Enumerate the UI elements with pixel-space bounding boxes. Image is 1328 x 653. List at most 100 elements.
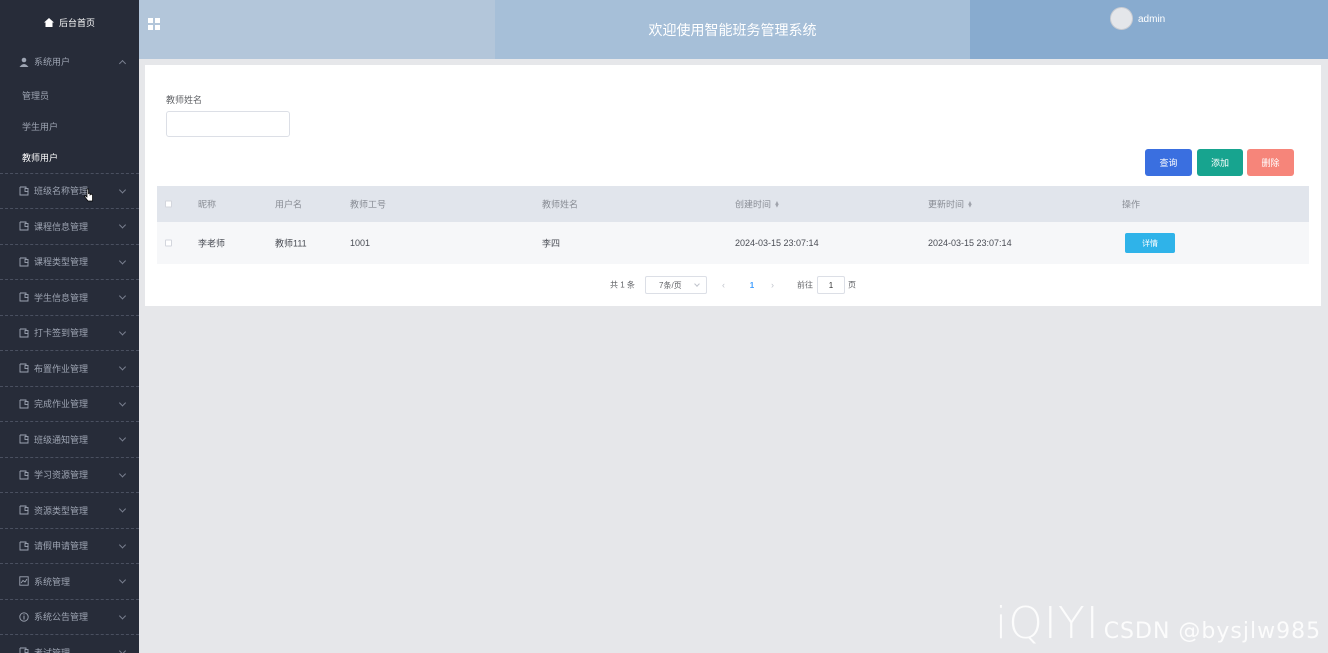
sidebar-item-teacher-users[interactable]: 教师用户	[0, 142, 139, 173]
sidebar-item-3[interactable]: 课程类型管理	[0, 245, 139, 280]
sidebar-item-label: 请假申请管理	[34, 541, 89, 552]
mouse-cursor-icon	[84, 188, 93, 202]
prev-page-icon[interactable]: ‹	[722, 275, 725, 295]
sidebar-item-6[interactable]: 布置作业管理	[0, 351, 139, 387]
cell-teacher-no: 1001	[350, 238, 371, 248]
header-updated[interactable]: 更新时间 ▲ ▼	[928, 198, 973, 211]
chevron-up-icon	[118, 59, 127, 67]
page-size-select[interactable]: 7条/页	[645, 276, 707, 294]
sidebar-item-4[interactable]: 学生信息管理	[0, 280, 139, 316]
sort-icon[interactable]: ▲ ▼	[774, 200, 780, 209]
chevron-down-icon	[118, 257, 127, 265]
home-icon	[43, 17, 54, 27]
header-teacher-no: 教师工号	[350, 199, 387, 210]
chevron-down-icon	[118, 541, 127, 549]
goto-label: 前往	[797, 280, 813, 290]
sidebar-item-14[interactable]: 考试管理	[0, 635, 139, 653]
username[interactable]: admin	[1138, 14, 1165, 25]
chevron-down-icon	[118, 328, 127, 336]
row-checkbox[interactable]	[165, 239, 172, 247]
document-icon	[19, 328, 29, 338]
sidebar-item-label: 班级名称管理	[34, 186, 89, 197]
sidebar-item-label: 系统公告管理	[34, 612, 89, 623]
chevron-down-icon	[118, 363, 127, 371]
detail-button[interactable]: 详情	[1125, 233, 1175, 253]
sidebar-item-5[interactable]: 打卡签到管理	[0, 316, 139, 351]
sidebar-item-11[interactable]: 请假申请管理	[0, 529, 139, 564]
sidebar-home-label: 后台首页	[58, 17, 95, 28]
user-icon	[19, 57, 29, 67]
cell-teacher-name: 李四	[542, 238, 561, 249]
iqiyi-logo: iQIYI	[995, 598, 1100, 649]
sidebar-item-label: 布置作业管理	[34, 363, 89, 374]
sidebar-item-label: 资源类型管理	[34, 505, 89, 516]
document-icon	[19, 257, 29, 267]
sidebar-item-7[interactable]: 完成作业管理	[0, 387, 139, 422]
cell-nickname: 李老师	[198, 238, 226, 249]
watermark-text: CSDN @bysjlw985	[1103, 619, 1322, 644]
sidebar-item-label: 课程信息管理	[34, 221, 89, 232]
query-button[interactable]: 查询	[1145, 149, 1192, 176]
sidebar-group-header[interactable]: 系统用户	[0, 44, 139, 80]
header-action: 操作	[1122, 199, 1141, 210]
chart-icon	[19, 576, 29, 586]
sidebar-item-label: 学习资源管理	[34, 470, 89, 481]
system-title: 欢迎使用智能班务管理系统	[495, 0, 970, 59]
sidebar-item-12[interactable]: 系统管理	[0, 564, 139, 600]
avatar[interactable]	[1110, 7, 1133, 30]
header-username: 用户名	[275, 199, 303, 210]
sidebar-item-label: 完成作业管理	[34, 399, 89, 410]
header-created[interactable]: 创建时间 ▲ ▼	[735, 198, 780, 211]
sidebar-item-label: 管理员	[22, 90, 50, 101]
pagination-total: 共 1 条	[610, 280, 635, 290]
goto-page-input[interactable]: 1	[817, 276, 845, 294]
sidebar-item-admin[interactable]: 管理员	[0, 80, 139, 111]
table-header: 昵称 用户名 教师工号 教师姓名 创建时间 ▲ ▼ 更新时间 ▲ ▼ 操作	[157, 186, 1309, 222]
select-all-checkbox[interactable]	[165, 200, 172, 208]
delete-button[interactable]: 删除	[1247, 149, 1294, 176]
sidebar-item-1[interactable]: 班级名称管理	[0, 174, 139, 209]
pagination: 共 1 条 7条/页 ‹ 1 › 前往 1 页	[145, 275, 1321, 295]
document-icon	[19, 647, 29, 653]
menu-grid-icon[interactable]	[148, 18, 160, 30]
chevron-down-icon	[118, 221, 127, 229]
chevron-down-icon	[118, 186, 127, 194]
chevron-down-icon	[694, 281, 700, 287]
sidebar-group-label: 系统用户	[34, 57, 71, 68]
page-number-current[interactable]: 1	[747, 275, 757, 295]
document-icon	[19, 541, 29, 551]
page-unit-label: 页	[848, 280, 856, 290]
teacher-name-search-input[interactable]	[166, 111, 290, 137]
cell-created: 2024-03-15 23:07:14	[735, 238, 819, 248]
cell-updated: 2024-03-15 23:07:14	[928, 238, 1012, 248]
next-page-icon[interactable]: ›	[771, 275, 774, 295]
info-icon	[19, 612, 29, 622]
header-teacher-name: 教师姓名	[542, 199, 579, 210]
sort-icon[interactable]: ▲ ▼	[967, 200, 973, 209]
chevron-down-icon	[118, 576, 127, 584]
document-icon	[19, 186, 29, 196]
header-updated-label: 更新时间	[928, 199, 965, 210]
document-icon	[19, 363, 29, 373]
sidebar-item-label: 学生用户	[22, 121, 59, 132]
sidebar-item-10[interactable]: 资源类型管理	[0, 493, 139, 529]
table-row: 李老师 教师111 1001 李四 2024-03-15 23:07:14 20…	[157, 222, 1309, 264]
add-button[interactable]: 添加	[1197, 149, 1243, 176]
watermark: iQIYI CSDN @bysjlw985	[995, 598, 1321, 649]
chevron-down-icon	[118, 292, 127, 300]
topbar-left	[139, 0, 495, 59]
sidebar-item-label: 考试管理	[34, 647, 71, 653]
sidebar-item-label: 学生信息管理	[34, 292, 89, 303]
sidebar-item-2[interactable]: 课程信息管理	[0, 209, 139, 245]
sidebar-item-13[interactable]: 系统公告管理	[0, 600, 139, 635]
chevron-down-icon	[118, 399, 127, 407]
document-icon	[19, 221, 29, 231]
sidebar-item-9[interactable]: 学习资源管理	[0, 458, 139, 493]
sidebar-item-student-users[interactable]: 学生用户	[0, 111, 139, 142]
sidebar-home[interactable]: 后台首页	[0, 0, 139, 44]
chevron-down-icon	[118, 505, 127, 513]
top-bar: 欢迎使用智能班务管理系统 admin	[139, 0, 1328, 59]
sidebar-item-label: 教师用户	[22, 152, 59, 163]
header-nickname: 昵称	[198, 199, 217, 210]
sidebar-item-8[interactable]: 班级通知管理	[0, 422, 139, 458]
